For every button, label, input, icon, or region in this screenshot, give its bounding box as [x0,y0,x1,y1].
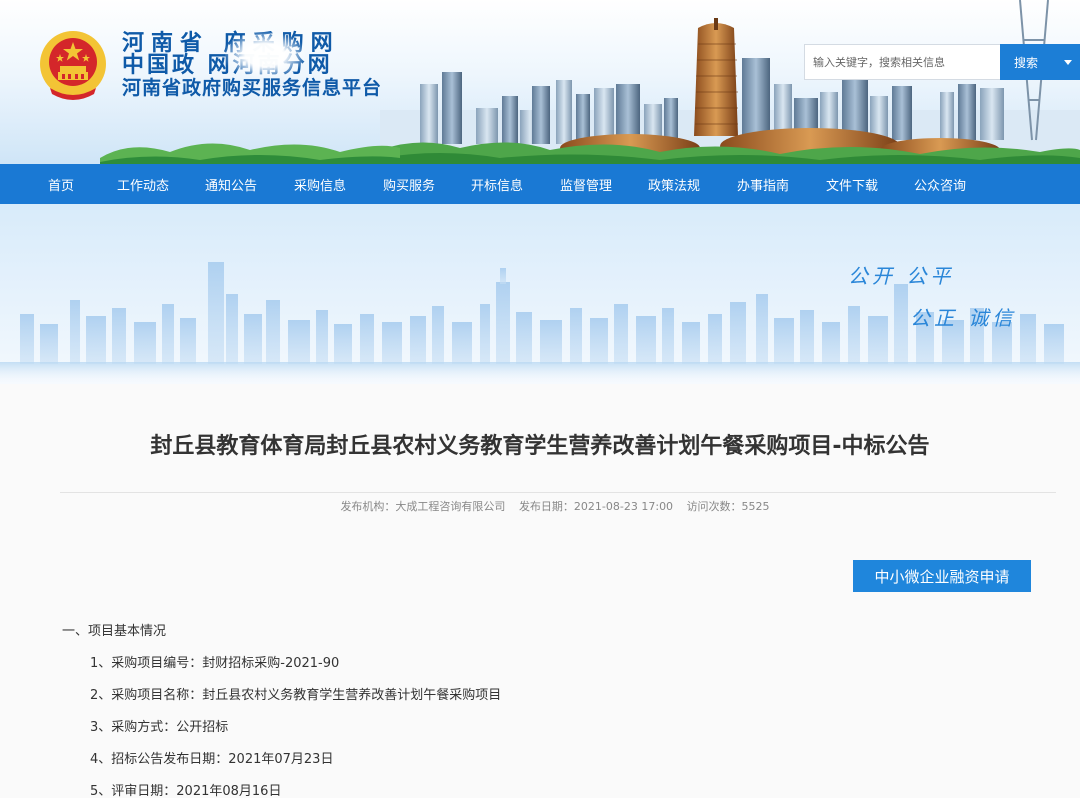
list-item: 1、采购项目编号：封财招标采购-2021-90 [90,656,340,671]
list-item: 2、采购项目名称：封丘县农村义务教育学生营养改善计划午餐采购项目 [90,688,502,703]
main-nav: 首页 工作动态 通知公告 采购信息 购买服务 开标信息 监督管理 政策法规 办事… [0,164,1080,204]
page-title: 封丘县教育体育局封丘县农村义务教育学生营养改善计划午餐采购项目-中标公告 [150,434,930,459]
title-divider [60,492,1056,493]
site-header: 河南省 府采购网 中国政 网河南分网 河南省政府购买服务信息平台 搜索 [0,0,1080,164]
logo-line-3: 河南省政府购买服务信息平台 [122,77,383,99]
meta-date: 发布日期：2021-08-23 17:00 [518,500,674,513]
header-trees [100,143,400,164]
banner-skyline-illustration [0,262,1080,384]
nav-item-procurement-info[interactable]: 采购信息 [294,164,346,204]
list-item: 4、招标公告发布日期：2021年07月23日 [90,752,334,767]
nav-item-bid-opening[interactable]: 开标信息 [471,164,523,204]
nav-item-downloads[interactable]: 文件下载 [826,164,878,204]
article-content: 封丘县教育体育局封丘县农村义务教育学生营养改善计划午餐采购项目-中标公告 发布机… [0,384,1080,798]
list-item: 5、评审日期：2021年08月16日 [90,784,282,798]
nav-item-guide[interactable]: 办事指南 [737,164,789,204]
search-button[interactable]: 搜索 [1000,44,1080,80]
nav-item-policies[interactable]: 政策法规 [648,164,700,204]
sme-finance-apply-button[interactable]: 中小微企业融资申请 [853,560,1031,592]
meta-publisher: 发布机构：大成工程咨询有限公司 [340,500,506,513]
nav-item-purchase-services[interactable]: 购买服务 [383,164,435,204]
list-item: 3、采购方式：公开招标 [90,720,229,735]
search-button-label: 搜索 [1014,55,1039,70]
nav-item-supervision[interactable]: 监督管理 [560,164,612,204]
nav-item-work-news[interactable]: 工作动态 [117,164,169,204]
chevron-down-icon [1064,60,1072,65]
banner-slogan-line-1: 公开 公平 [848,264,955,288]
search-box: 搜索 [804,44,1080,80]
header-skyline-illustration [380,0,1080,164]
hero-banner: 公开 公平 公正 诚信 [0,204,1080,384]
section-heading: 一、项目基本情况 [62,624,167,639]
nav-item-public-inquiry[interactable]: 公众咨询 [914,164,966,204]
search-input[interactable] [804,44,1000,80]
nav-item-notices[interactable]: 通知公告 [205,164,257,204]
logo-blur-overlay [225,32,305,78]
national-emblem-icon [40,31,106,100]
meta-visits: 访问次数：5525 [686,500,770,513]
banner-slogan-line-2: 公正 诚信 [910,306,1017,330]
nav-item-home[interactable]: 首页 [48,164,74,204]
article-meta: 发布机构：大成工程咨询有限公司 发布日期：2021-08-23 17:00 访问… [0,498,1080,514]
